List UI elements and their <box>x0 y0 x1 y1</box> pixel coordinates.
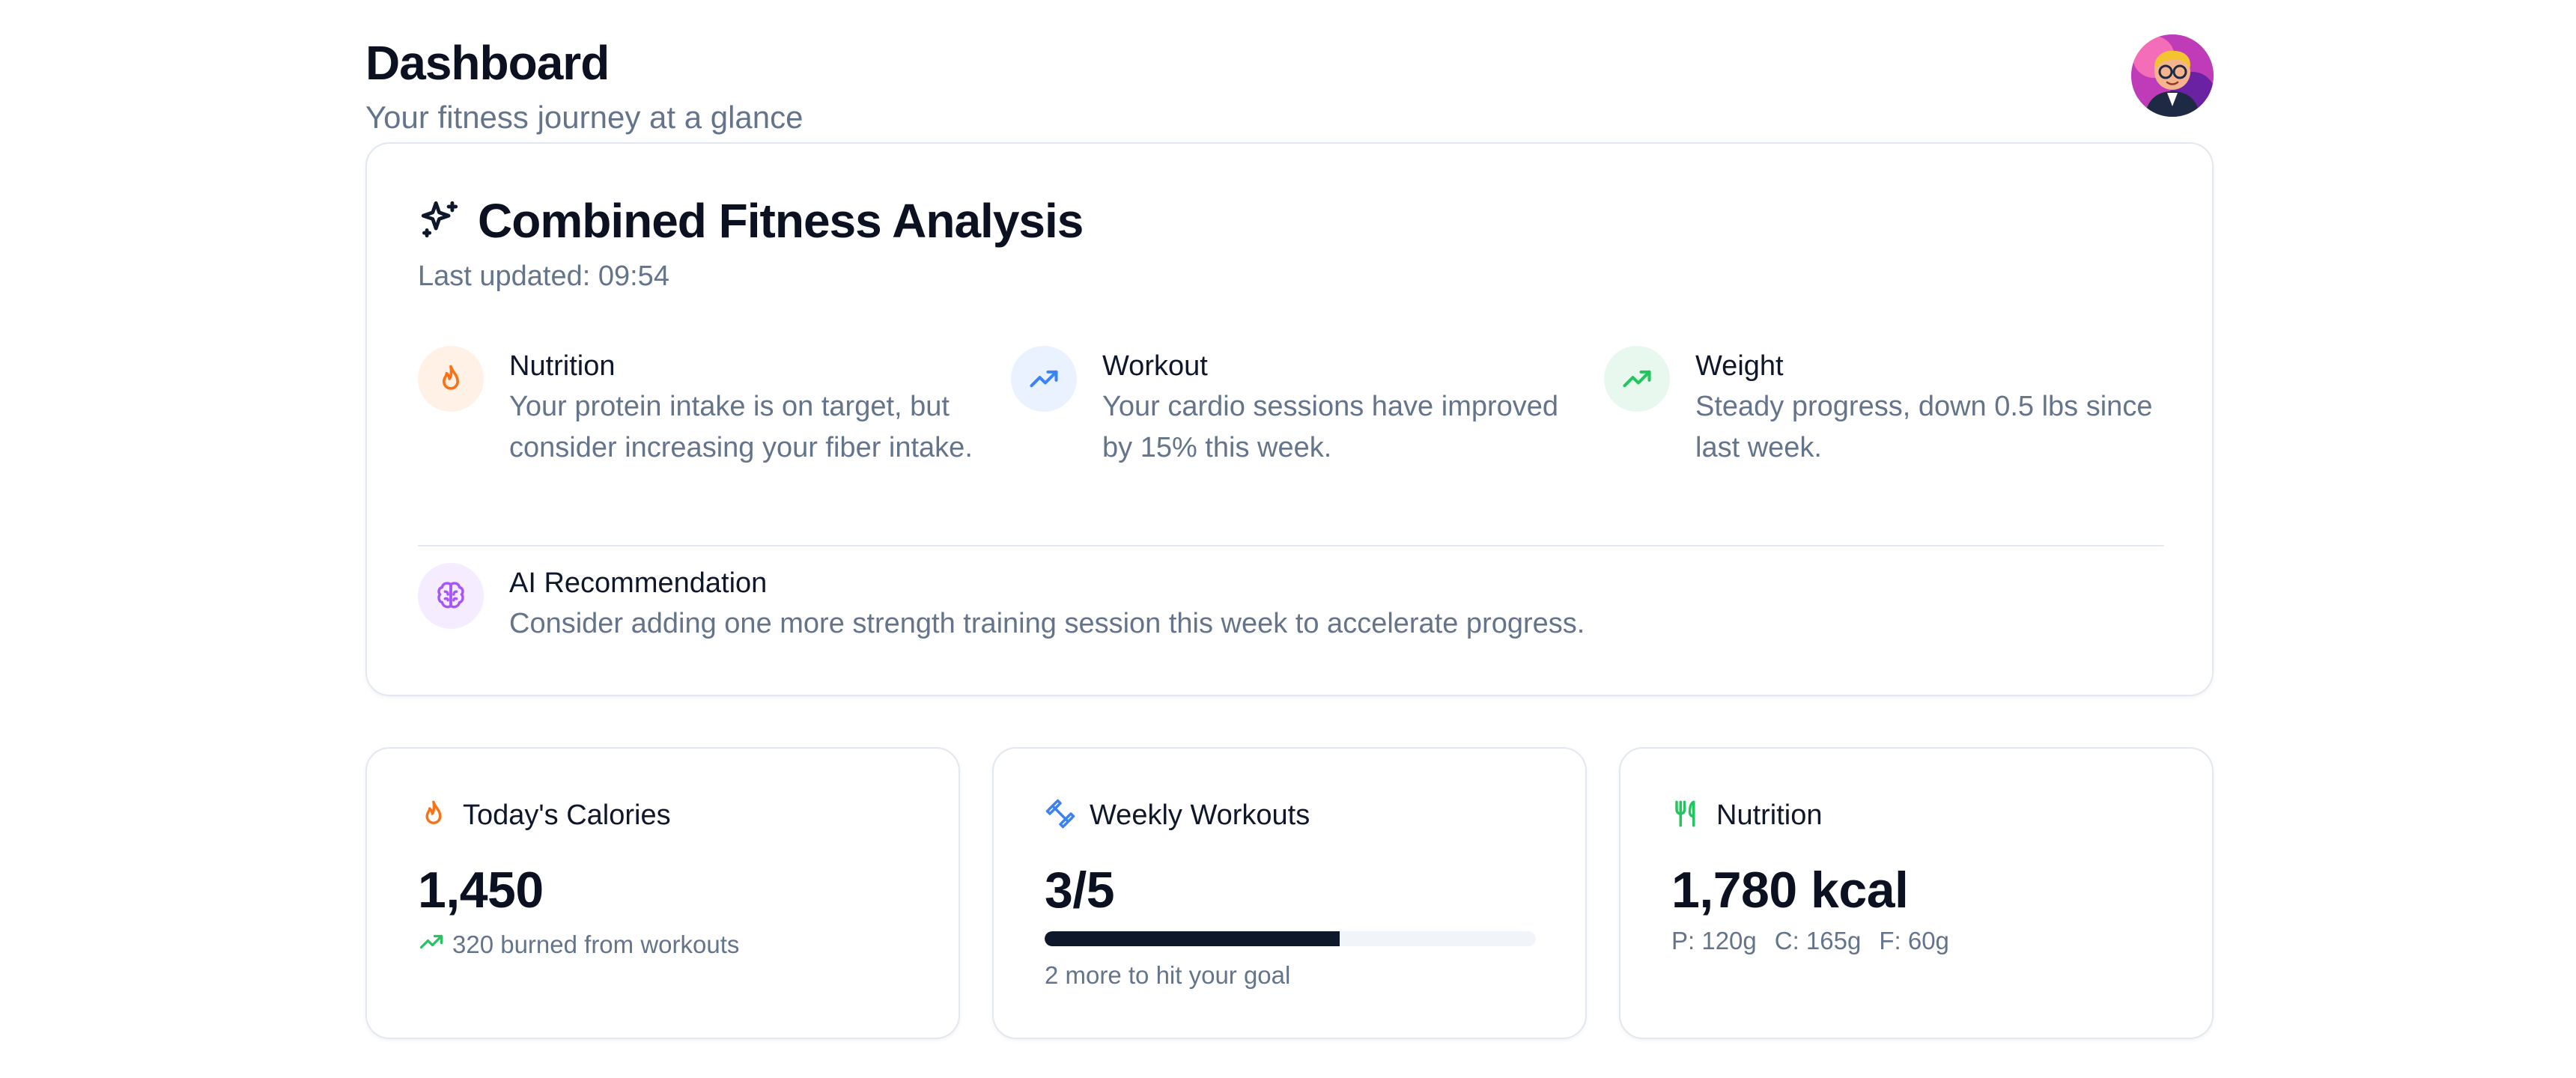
fitness-analysis-card: Combined Fitness Analysis Last updated: … <box>365 142 2214 696</box>
insights-row: Nutrition Your protein intake is on targ… <box>418 346 2164 511</box>
nutrition-card: Nutrition 1,780 kcal P: 120g C: 165g F: … <box>1619 747 2214 1039</box>
insight-body: Your cardio sessions have improved by 15… <box>1102 391 1559 463</box>
workouts-goal-note: 2 more to hit your goal <box>1045 961 1291 989</box>
calories-label: Today's Calories <box>463 800 671 831</box>
insight-title: Weight <box>1695 350 1784 382</box>
workouts-card-header: Weekly Workouts <box>1045 798 1310 833</box>
workouts-progress-fill <box>1045 931 1340 946</box>
workouts-card: Weekly Workouts 3/5 2 more to hit your g… <box>992 747 1587 1039</box>
analysis-header: Combined Fitness Analysis <box>418 193 1084 249</box>
nutrition-value: 1,780 kcal <box>1671 862 1909 919</box>
calories-card-header: Today's Calories <box>418 798 671 833</box>
macro-protein: P: 120g <box>1671 927 1757 954</box>
last-updated-text: Last updated: 09:54 <box>418 261 669 292</box>
flame-icon <box>418 798 449 833</box>
trending-up-icon <box>418 928 445 961</box>
insight-title: Nutrition <box>509 350 616 382</box>
page-title: Dashboard <box>365 36 610 90</box>
divider <box>418 545 2164 546</box>
insight-body: Your protein intake is on target, but co… <box>509 391 973 463</box>
ai-recommendation: AI Recommendation Consider adding one mo… <box>418 563 2164 653</box>
flame-icon <box>418 346 484 412</box>
brain-icon <box>418 563 484 629</box>
macro-fat: F: 60g <box>1879 927 1949 954</box>
insight-text: Weight Steady progress, down 0.5 lbs sin… <box>1695 346 2175 469</box>
trending-up-icon <box>1604 346 1670 412</box>
sparkles-icon <box>418 198 461 245</box>
insight-text: Workout Your cardio sessions have improv… <box>1102 346 1582 469</box>
nutrition-card-header: Nutrition <box>1671 798 1823 833</box>
user-avatar[interactable] <box>2131 34 2214 117</box>
macro-carbs: C: 165g <box>1774 927 1862 954</box>
dashboard-page: Dashboard Your fitness journey at a glan… <box>365 0 2214 1078</box>
page-header: Dashboard Your fitness journey at a glan… <box>365 30 2214 142</box>
workouts-label: Weekly Workouts <box>1090 800 1310 831</box>
calories-burned-text: 320 burned from workouts <box>452 931 740 958</box>
macro-breakdown: P: 120g C: 165g F: 60g <box>1671 927 1949 955</box>
utensils-icon <box>1671 798 1703 833</box>
workouts-progress-bar <box>1045 931 1536 946</box>
insight-text: Nutrition Your protein intake is on targ… <box>509 346 988 469</box>
avatar-illustration <box>2131 34 2214 117</box>
page-subtitle: Your fitness journey at a glance <box>365 100 804 135</box>
insight-body: Steady progress, down 0.5 lbs since last… <box>1695 391 2153 463</box>
trending-up-icon <box>1011 346 1077 412</box>
workouts-value: 3/5 <box>1045 862 1115 919</box>
recommendation-title: AI Recommendation <box>509 567 768 599</box>
insight-title: Workout <box>1102 350 1208 382</box>
calories-value: 1,450 <box>418 862 544 919</box>
recommendation-body: Consider adding one more strength traini… <box>509 608 1585 639</box>
recommendation-text: AI Recommendation Consider adding one mo… <box>509 563 1585 645</box>
analysis-title: Combined Fitness Analysis <box>478 194 1084 248</box>
nutrition-label: Nutrition <box>1716 800 1823 831</box>
dumbbell-icon <box>1045 798 1076 833</box>
calories-burned-note: 320 burned from workouts <box>418 928 739 961</box>
calories-card: Today's Calories 1,450 320 burned from w… <box>365 747 960 1039</box>
